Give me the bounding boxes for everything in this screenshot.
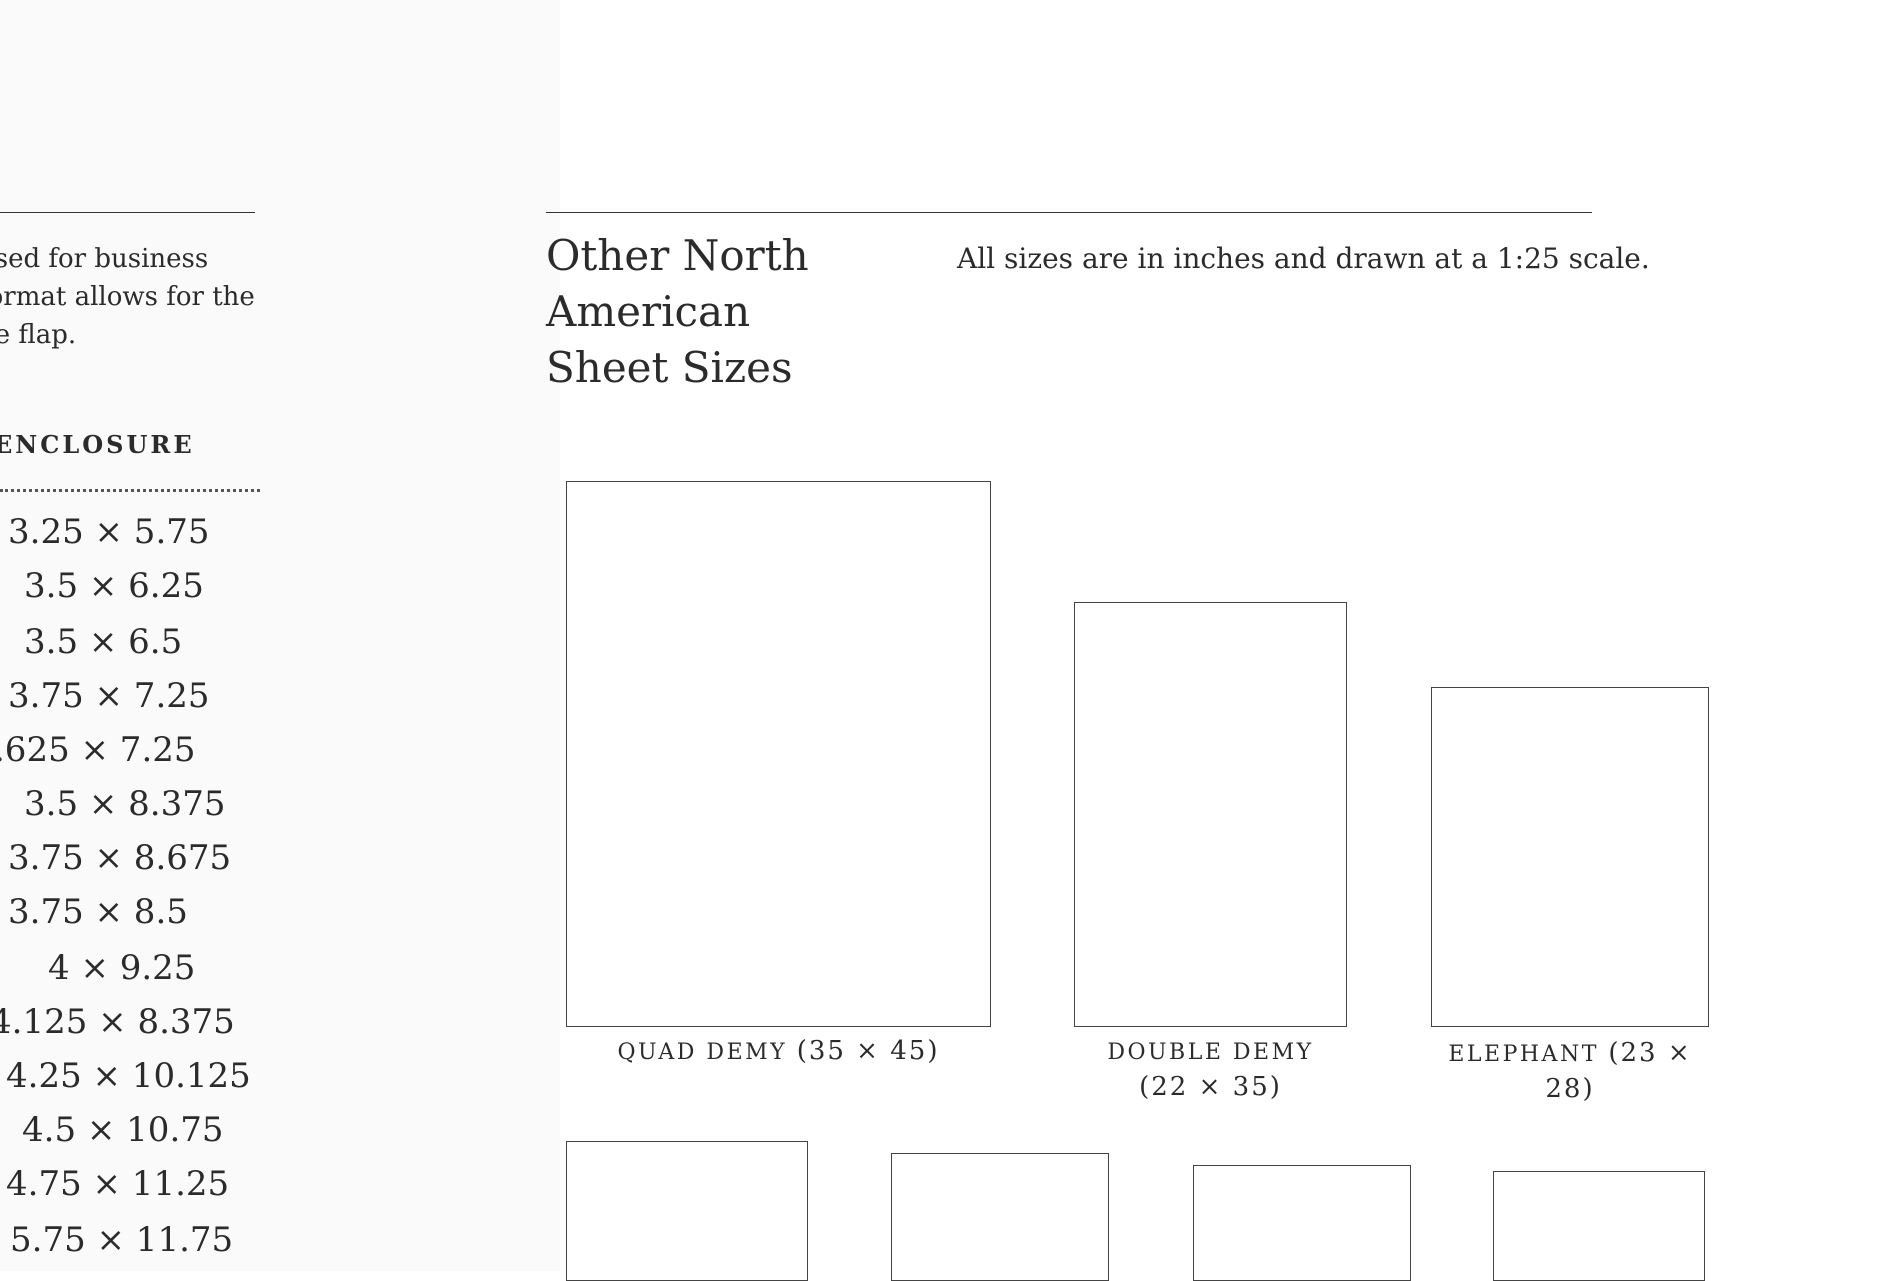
sheet-label-quad-demy: quad demy (35 × 45) [566,1034,991,1070]
size-item: 3.5 × 6.25 [24,566,204,606]
left-panel: used for business format allows for the … [0,0,560,1271]
sheet-elephant [1431,687,1709,1027]
dotted-divider [0,489,260,492]
size-item: 4.5 × 10.75 [22,1110,224,1150]
size-item: 3.75 × 7.25 [8,676,210,716]
size-item: 3.75 × 8.5 [8,892,188,932]
size-item: 4.125 × 8.375 [0,1002,235,1042]
sheet-label-double-demy: double demy (22 × 35) [1074,1036,1347,1106]
enclosure-heading: enclosure [0,430,195,459]
size-item: 3.75 × 8.675 [8,838,232,878]
size-item: 3.25 × 5.75 [8,512,210,552]
sheet-dims: (35 × 45) [796,1036,940,1066]
sheet-partial [891,1153,1109,1281]
sheet-partial [1193,1165,1411,1281]
size-item: 5.75 × 11.75 [10,1220,234,1260]
size-item: .625 × 7.25 [0,730,196,770]
sheet-partial [566,1141,808,1281]
main-divider [546,212,1592,213]
size-item: 4 × 9.25 [48,948,196,988]
sheet-partial [1493,1171,1705,1281]
scale-note: All sizes are in inches and drawn at a 1… [957,242,1650,275]
sheet-dims: (22 × 35) [1139,1072,1282,1102]
page-title: Other North American Sheet Sizes [546,231,809,392]
sheet-name: double demy [1107,1040,1314,1065]
sheet-name: elephant [1448,1042,1599,1067]
size-item: 3.5 × 6.5 [24,622,183,662]
sheet-double-demy [1074,602,1347,1027]
left-description: used for business format allows for the … [0,244,255,350]
size-item: 3.5 × 8.375 [24,784,226,824]
sheet-quad-demy [566,481,991,1027]
sheet-name: quad demy [617,1040,788,1065]
sheet-label-elephant: elephant (23 × 28) [1421,1036,1719,1108]
size-item: 4.25 × 10.125 [6,1056,251,1096]
size-item: 4.75 × 11.25 [6,1164,230,1204]
left-divider [0,212,255,213]
